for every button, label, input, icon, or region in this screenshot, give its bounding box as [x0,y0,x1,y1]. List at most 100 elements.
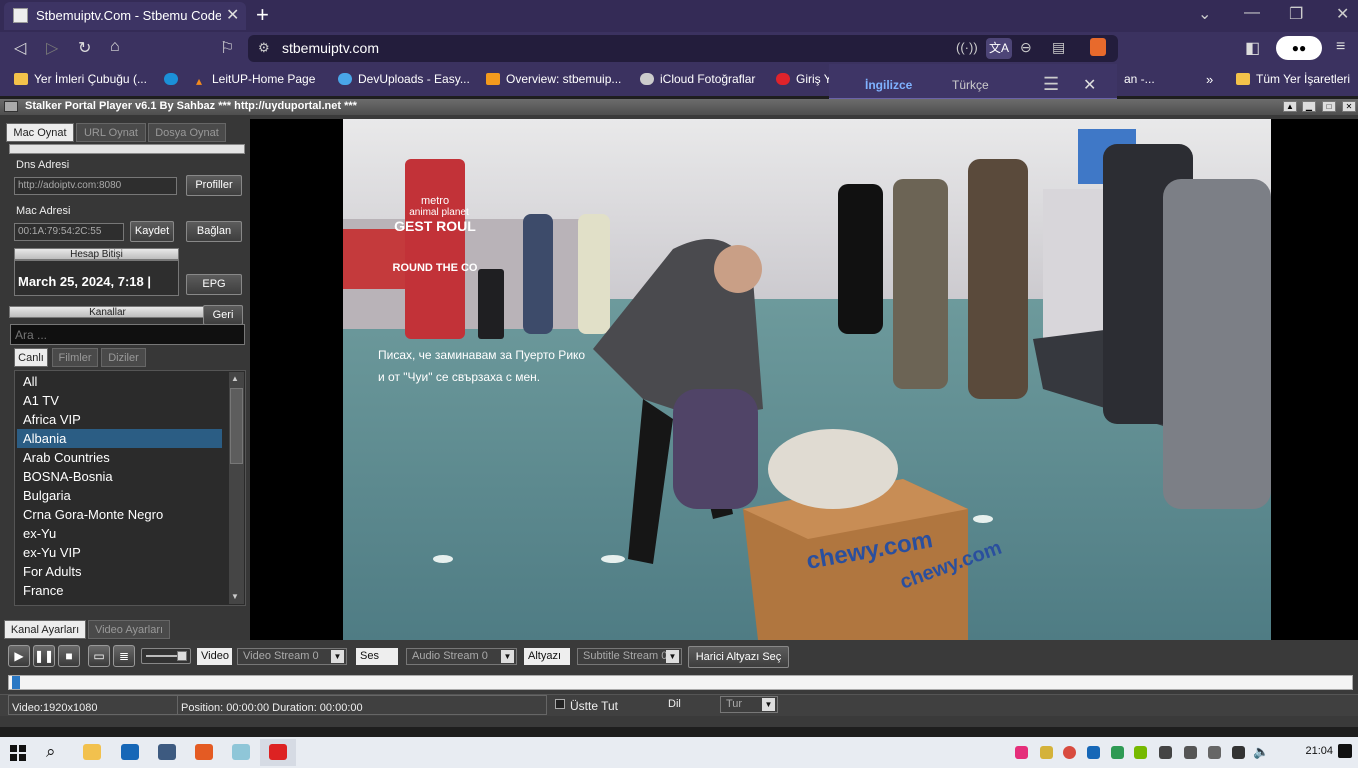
list-scrollbar[interactable]: ▲ ▼ [229,372,244,604]
cast-icon[interactable]: ((·)) [956,40,978,55]
list-item[interactable]: France [21,581,226,600]
subtab-live[interactable]: Canlı [14,348,48,367]
bookmark-giris[interactable]: Giriş Y [776,72,832,86]
subtab-series[interactable]: Diziler [101,348,146,367]
epg-button[interactable]: EPG [186,274,242,295]
sidebar-icon[interactable]: ◧ [1245,38,1260,58]
app-window-icon[interactable] [158,744,176,760]
bookmark-overview[interactable]: Overview: stbemuip... [486,72,621,86]
translate-close-icon[interactable]: ✕ [1083,75,1096,95]
all-bookmarks[interactable]: Tüm Yer İşaretleri [1236,72,1350,86]
list-item[interactable]: ex-Yu VIP [21,543,226,562]
audio-stream-select[interactable]: Audio Stream 0 ▼ [406,648,517,665]
playlist-icon[interactable]: ≣ [113,645,135,667]
play-icon[interactable]: ▶ [8,645,30,667]
brave-shield-icon[interactable] [1090,38,1106,56]
back-icon[interactable]: ◁ [14,38,26,58]
close-tab-icon[interactable]: ✕ [226,5,239,25]
list-item[interactable]: BOSNA-Bosnia [21,467,226,486]
nvidia-icon[interactable] [1134,746,1147,759]
external-subtitle-button[interactable]: Harici Altyazı Seç [688,646,789,668]
bookmark-item[interactable] [164,72,184,86]
seek-bar[interactable] [8,675,1353,690]
forward-icon[interactable]: ▷ [46,38,58,58]
scroll-thumb[interactable] [230,388,243,464]
tray-app-icon[interactable] [1015,746,1028,759]
back-button[interactable]: Geri [203,305,243,325]
scroll-down-icon[interactable]: ▼ [231,592,239,601]
video-frame[interactable]: metro animal planet GEST ROUL ROUND THE … [343,119,1271,640]
translate-target-language[interactable]: Türkçe [952,78,989,92]
close-window-icon[interactable]: ✕ [1336,4,1349,24]
vpn-glasses-icon[interactable]: ●● [1276,36,1322,60]
tab-url-oynat[interactable]: URL Oynat [76,123,146,142]
volume-icon[interactable]: 🔈 [1253,744,1269,760]
reload-icon[interactable]: ↻ [78,38,91,58]
search-icon[interactable]: ⌕ [46,742,56,762]
dns-input[interactable]: http://adoiptv.com:8080 [14,177,177,195]
language-select[interactable]: Tur ▼ [720,696,778,713]
outlook-tray-icon[interactable] [1087,746,1100,759]
list-item-selected[interactable]: Albania [17,429,222,448]
bookmark-icloud[interactable]: iCloud Fotoğraflar [640,72,755,86]
volume-slider[interactable] [141,648,191,664]
device-icon[interactable] [1208,746,1221,759]
new-tab-icon[interactable]: + [256,2,269,28]
notepad-icon[interactable] [232,744,250,760]
bookmark-leitup[interactable]: ▴ LeitUP-Home Page [196,72,315,88]
subtitle-stream-select[interactable]: Subtitle Stream 0 ▼ [577,648,682,665]
bookmark-truncated[interactable]: an -... [1124,72,1155,86]
tab-mac-oynat[interactable]: Mac Oynat [6,123,74,142]
on-top-checkbox[interactable] [555,699,565,709]
bookmark-folder[interactable]: Yer İmleri Çubuğu (... [14,72,147,86]
seek-thumb[interactable] [12,676,20,689]
list-item[interactable]: Bulgaria [21,486,226,505]
app-close-icon[interactable]: ✕ [1342,101,1356,112]
language-tray-icon[interactable] [1232,746,1245,759]
tab-list-chevron-icon[interactable]: ⌄ [1198,4,1211,24]
brave-browser-icon[interactable] [195,744,213,760]
more-bookmarks-icon[interactable]: » [1206,72,1213,87]
app-minimize-icon[interactable]: ▁ [1302,101,1316,112]
minimize-icon[interactable]: — [1244,4,1260,22]
display-icon[interactable] [1184,746,1197,759]
search-input[interactable] [10,324,245,345]
shield-icon[interactable] [1040,746,1053,759]
outlook-icon[interactable] [121,744,139,760]
bookmark-page-icon[interactable]: ⚐ [220,38,234,58]
bookmark-devuploads[interactable]: DevUploads - Easy... [338,72,470,86]
restore-icon[interactable]: ❐ [1289,4,1303,24]
chrome-icon[interactable] [1063,746,1076,759]
tab-dosya-oynat[interactable]: Dosya Oynat [148,123,226,142]
file-explorer-icon[interactable] [83,744,101,760]
volume-thumb[interactable] [177,651,187,661]
translate-menu-icon[interactable]: ☰ [1043,74,1059,95]
list-item[interactable]: Africa VIP [21,410,226,429]
reader-mode-icon[interactable]: ▤ [1052,39,1065,56]
home-icon[interactable]: ⌂ [110,38,120,56]
screen-icon[interactable]: ▭ [88,645,110,667]
menu-icon[interactable]: ≡ [1336,38,1345,56]
list-item[interactable]: A1 TV [21,391,226,410]
list-item[interactable]: Crna Gora-Monte Negro [21,505,226,524]
tab-video-settings[interactable]: Video Ayarları [88,620,170,639]
notification-icon[interactable] [1338,744,1352,758]
browser-tab[interactable]: Stbemuiptv.Com - Stbemu Codes ✕ [4,2,246,30]
list-item[interactable]: Arab Countries [21,448,226,467]
app-scroll-up-icon[interactable]: ▲ [1283,101,1297,112]
stop-icon[interactable]: ■ [58,645,80,667]
clock[interactable]: 21:04 [1305,745,1333,757]
list-item[interactable]: ex-Yu [21,524,226,543]
stalker-player-icon[interactable] [269,744,287,760]
translate-icon[interactable]: 文A [986,38,1012,59]
connect-button[interactable]: Bağlan [186,221,242,242]
site-info-icon[interactable]: ⚙ [258,40,270,56]
save-button[interactable]: Kaydet [130,221,174,242]
list-item[interactable]: All [21,372,226,391]
video-stream-select[interactable]: Video Stream 0 ▼ [237,648,347,665]
mac-input[interactable]: 00:1A:79:54:2C:55 [14,223,124,241]
translate-source-language[interactable]: İngilizce [865,78,912,92]
xbox-icon[interactable] [1111,746,1124,759]
scroll-up-icon[interactable]: ▲ [231,374,239,383]
list-item[interactable]: For Adults [21,562,226,581]
